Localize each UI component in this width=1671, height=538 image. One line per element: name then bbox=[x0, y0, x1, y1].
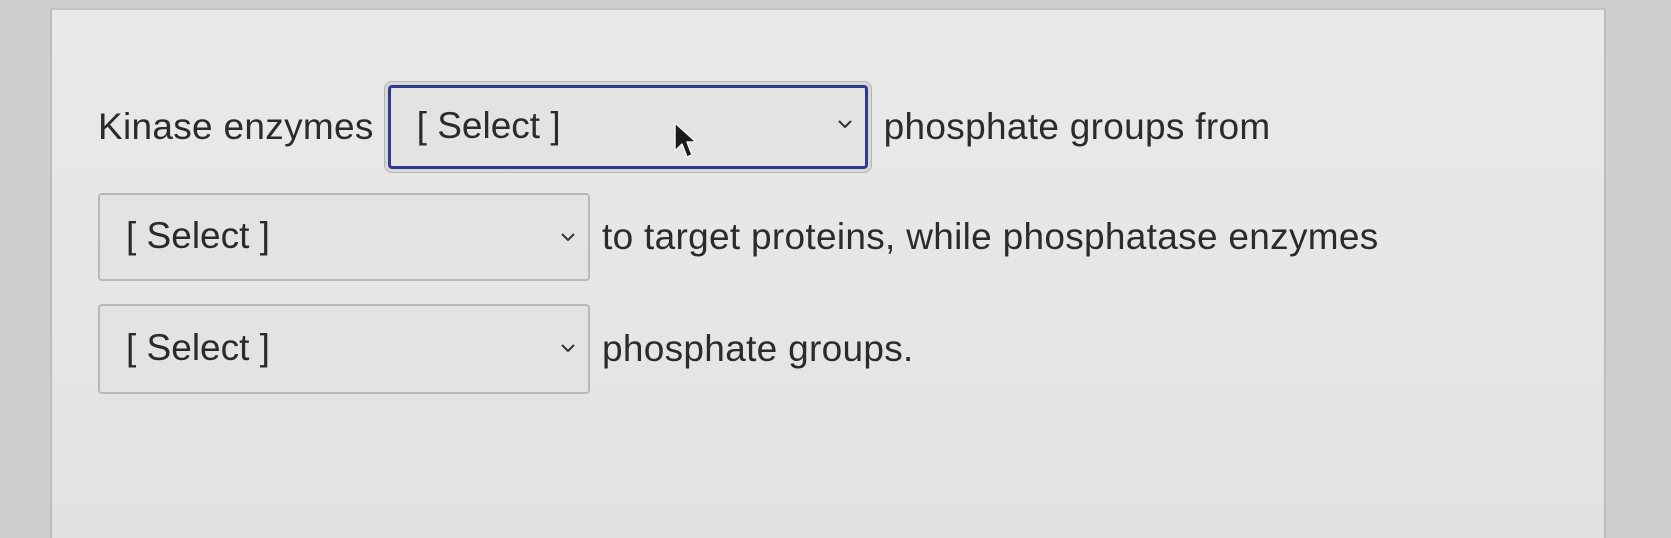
phosphate-groups-text: phosphate groups. bbox=[602, 328, 914, 369]
target-proteins-text: to target proteins, while phosphatase en… bbox=[602, 216, 1379, 257]
dropdown-selected-value: [ Select ] bbox=[126, 215, 270, 257]
phosphatase-action-dropdown[interactable]: [ Select ] bbox=[98, 304, 590, 394]
sentence-line-2: [ Select ] to target proteins, while pho… bbox=[98, 193, 1379, 281]
mouse-pointer-icon bbox=[674, 122, 697, 158]
sentence-line-3: [ Select ] phosphate groups. bbox=[98, 304, 914, 394]
dropdown-selected-value: [ Select ] bbox=[416, 105, 561, 147]
kinase-enzymes-text: Kinase enzymes bbox=[98, 106, 374, 147]
chevron-down-icon bbox=[561, 233, 575, 242]
phosphate-groups-from-text: phosphate groups from bbox=[883, 106, 1271, 147]
dropdown-selected-value: [ Select ] bbox=[126, 327, 270, 369]
kinase-action-dropdown[interactable]: [ Select ] bbox=[387, 85, 868, 169]
chevron-down-icon bbox=[561, 344, 575, 353]
phosphate-source-dropdown[interactable]: [ Select ] bbox=[98, 193, 590, 281]
chevron-down-icon bbox=[837, 120, 852, 129]
